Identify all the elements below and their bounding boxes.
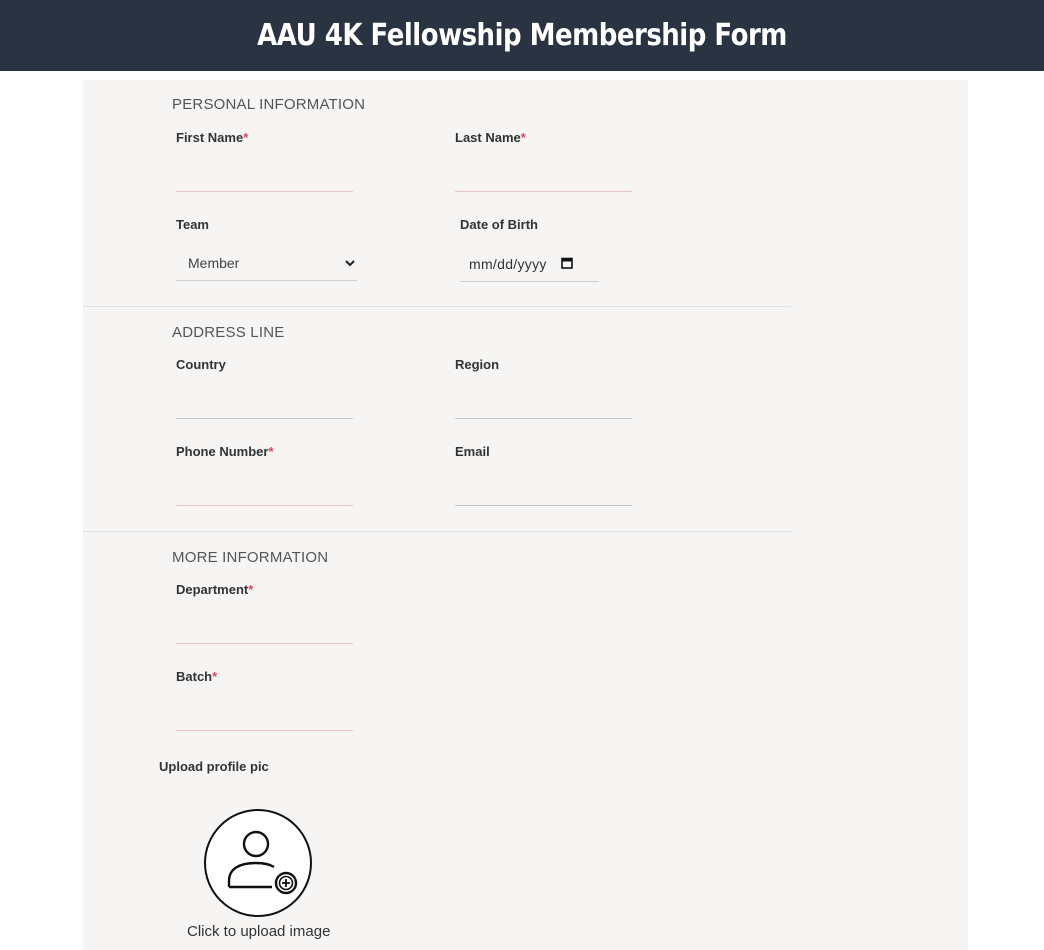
first-name-input[interactable] [176, 191, 353, 192]
last-name-input[interactable] [455, 191, 632, 192]
dob-label: Date of Birth [460, 217, 538, 232]
page-header: AAU 4K Fellowship Membership Form [0, 0, 1044, 71]
country-label: Country [176, 357, 226, 372]
dob-input[interactable]: mm/dd/yyyy [460, 246, 599, 282]
upload-hint[interactable]: Click to upload image [187, 923, 330, 940]
required-mark: * [212, 669, 218, 684]
dob-placeholder: mm/dd/yyyy [469, 255, 547, 272]
section-title-address: ADDRESS LINE [172, 324, 285, 341]
last-name-label: Last Name* [455, 130, 526, 145]
chevron-down-icon [345, 259, 355, 267]
country-input[interactable] [176, 418, 353, 419]
region-label: Region [455, 357, 500, 372]
section-title-more: MORE INFORMATION [172, 549, 329, 566]
email-label: Email [455, 444, 490, 459]
batch-label: Batch* [176, 669, 218, 684]
profile-pic-upload[interactable] [204, 809, 312, 917]
region-input[interactable] [455, 418, 632, 419]
required-mark: * [243, 130, 249, 145]
membership-form: PERSONAL INFORMATION First Name* Last Na… [83, 80, 968, 950]
team-label: Team [176, 217, 209, 232]
upload-label: Upload profile pic [159, 759, 269, 774]
required-mark: * [268, 444, 274, 459]
required-mark: * [520, 130, 526, 145]
section-divider [83, 531, 791, 532]
department-label: Department* [176, 582, 254, 597]
calendar-icon[interactable] [560, 256, 573, 272]
department-input[interactable] [176, 643, 353, 644]
section-title-personal: PERSONAL INFORMATION [172, 96, 366, 113]
first-name-label: First Name* [176, 130, 249, 145]
phone-input[interactable] [176, 505, 353, 506]
user-add-icon [227, 830, 298, 895]
team-select[interactable]: Member [176, 246, 357, 281]
team-select-value: Member [188, 255, 240, 271]
section-divider [83, 306, 791, 307]
batch-input[interactable] [176, 730, 353, 731]
page-title: AAU 4K Fellowship Membership Form [257, 18, 787, 53]
phone-label: Phone Number* [176, 444, 274, 459]
required-mark: * [248, 582, 254, 597]
email-input[interactable] [455, 505, 632, 506]
